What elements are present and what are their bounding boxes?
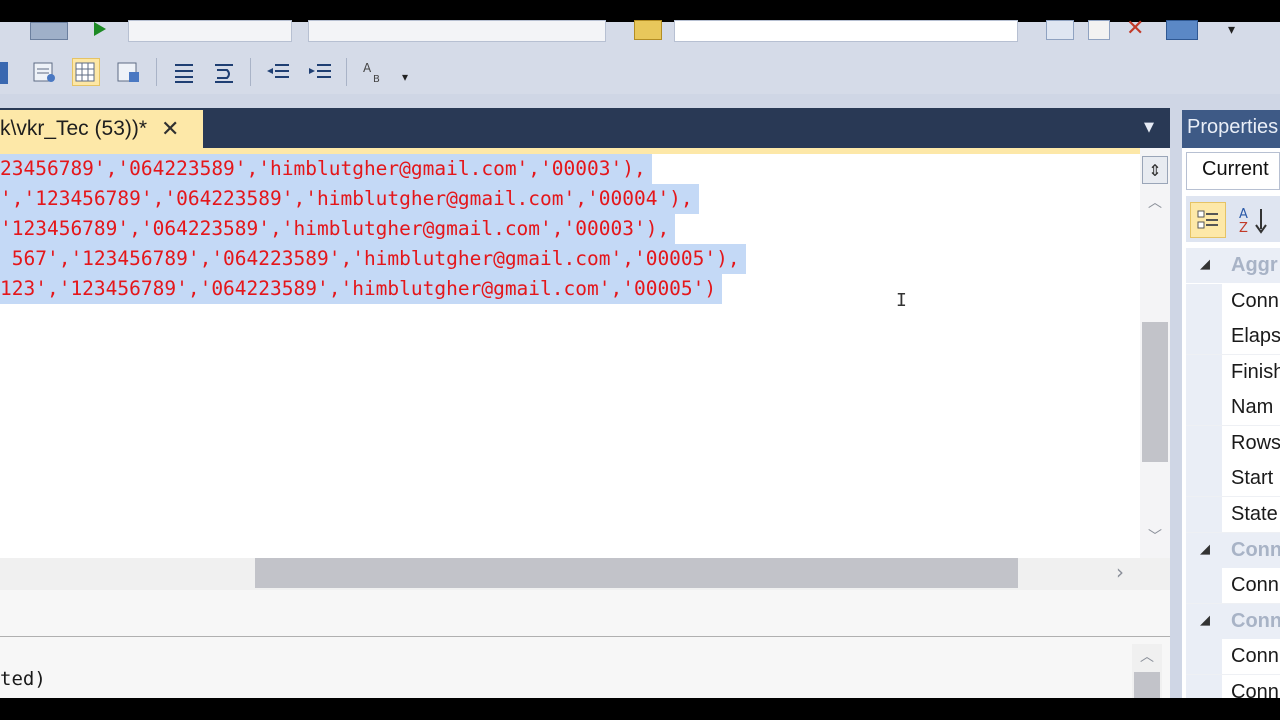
toolbar-separator [250,58,251,86]
svg-text:A: A [1239,207,1248,222]
chevron-up-icon[interactable]: ︿ [1148,192,1162,212]
property-row[interactable]: Finish [1186,355,1280,391]
window-icon[interactable] [1166,20,1198,40]
uncomment-lines-icon[interactable] [210,58,238,86]
results-vertical-scrollbar[interactable]: ︿ [1132,644,1162,698]
property-row[interactable]: Conn [1186,568,1280,604]
property-row[interactable]: State [1186,497,1280,533]
collapse-icon[interactable]: ◢ [1200,612,1210,628]
code-line[interactable]: 567','123456789','064223589','himblutghe… [0,244,746,274]
results-pane [0,590,1170,698]
tab-title: k\vkr_Tec (53))* [0,117,148,140]
property-row[interactable]: Elaps [1186,319,1280,355]
database-combo[interactable] [128,20,292,42]
property-row[interactable]: Rows [1186,426,1280,462]
code-line[interactable]: 123','123456789','064223589','himblutghe… [0,274,723,304]
results-to-file-icon[interactable] [114,58,142,86]
query-editor[interactable]: 23456789','064223589','himblutgher@gmail… [0,148,1140,558]
property-category-connection[interactable]: ◢ Conn [1186,533,1280,568]
property-row[interactable]: Start [1186,461,1280,497]
toolbar-overflow-icon[interactable]: ▾ [402,70,408,84]
property-row[interactable]: Conn [1186,284,1280,320]
property-category-connection-details[interactable]: ◢ Conn [1186,604,1280,639]
svg-text:Z: Z [1239,221,1248,235]
properties-title: Properties [1187,116,1279,138]
results-message: ted) [0,668,46,690]
text-cursor-icon: I [896,290,907,311]
svg-text:A: A [363,61,372,75]
sort-alpha-icon[interactable]: AZ [1236,204,1272,236]
close-icon[interactable]: ✕ [161,117,179,142]
toolbar-separator [156,58,157,86]
object-selector-value: Current [1202,158,1269,180]
tab-query-editor[interactable]: k\vkr_Tec (53))* ✕ [0,110,203,148]
split-icon[interactable]: ⇕ [1142,156,1168,184]
vertical-scrollbar[interactable]: ⇕ ︿ ﹀ [1140,148,1170,558]
property-category-aggregate[interactable]: ◢ Aggr [1186,248,1280,283]
svg-text:B: B [373,74,380,84]
comment-lines-icon[interactable] [170,58,198,86]
property-row[interactable]: Nam [1186,390,1280,426]
horizontal-scroll-thumb[interactable] [255,558,1018,588]
toolbar-row-2: AB ▾ [0,50,1280,94]
chevron-down-icon[interactable]: ﹀ [1148,526,1162,546]
specify-values-icon[interactable]: AB [360,58,388,86]
code-line[interactable]: 23456789','064223589','himblutgher@gmail… [0,154,652,184]
chevron-up-icon[interactable]: ︿ [1140,646,1154,666]
toolbar-separator [346,58,347,86]
increase-indent-icon[interactable] [306,58,334,86]
property-row[interactable]: Conn [1186,675,1280,699]
vertical-scroll-thumb[interactable] [1142,322,1168,462]
partial-toolbar-icon[interactable] [0,62,8,84]
toolbar-overflow-icon[interactable]: ▾ [1228,22,1235,38]
code-line[interactable]: '123456789','064223589','himblutgher@gma… [0,214,676,244]
top-black-border [0,0,1280,22]
chevron-right-icon[interactable]: › [1116,560,1124,584]
collapse-icon[interactable]: ◢ [1200,256,1210,272]
toolbar-row-1: ✕ ▾ [0,16,1280,50]
find-combo[interactable] [674,20,1018,42]
results-to-text-icon[interactable] [30,58,58,86]
chevron-down-icon[interactable]: ▼ [1144,120,1154,135]
collapse-icon[interactable]: ◢ [1200,541,1210,557]
code-line[interactable]: ','123456789','064223589','himblutgher@g… [0,184,699,214]
tools-icon[interactable]: ✕ [1126,16,1144,41]
find-icon[interactable] [1046,20,1074,40]
bottom-black-border [0,698,1280,720]
folder-icon[interactable] [634,20,662,40]
results-to-grid-icon[interactable] [72,58,100,86]
display-icon[interactable] [30,22,68,40]
property-row[interactable]: Conn [1186,639,1280,675]
results-scroll-thumb[interactable] [1134,672,1160,698]
active-tab-accent [0,148,1140,154]
decrease-indent-icon[interactable] [264,58,292,86]
properties-toolbar: AZ [1186,196,1280,242]
properties-window-icon[interactable] [1088,20,1110,40]
results-divider [0,636,1170,637]
solution-config-combo[interactable] [308,20,606,42]
categorized-icon[interactable] [1190,202,1226,238]
execute-icon[interactable] [94,22,106,36]
